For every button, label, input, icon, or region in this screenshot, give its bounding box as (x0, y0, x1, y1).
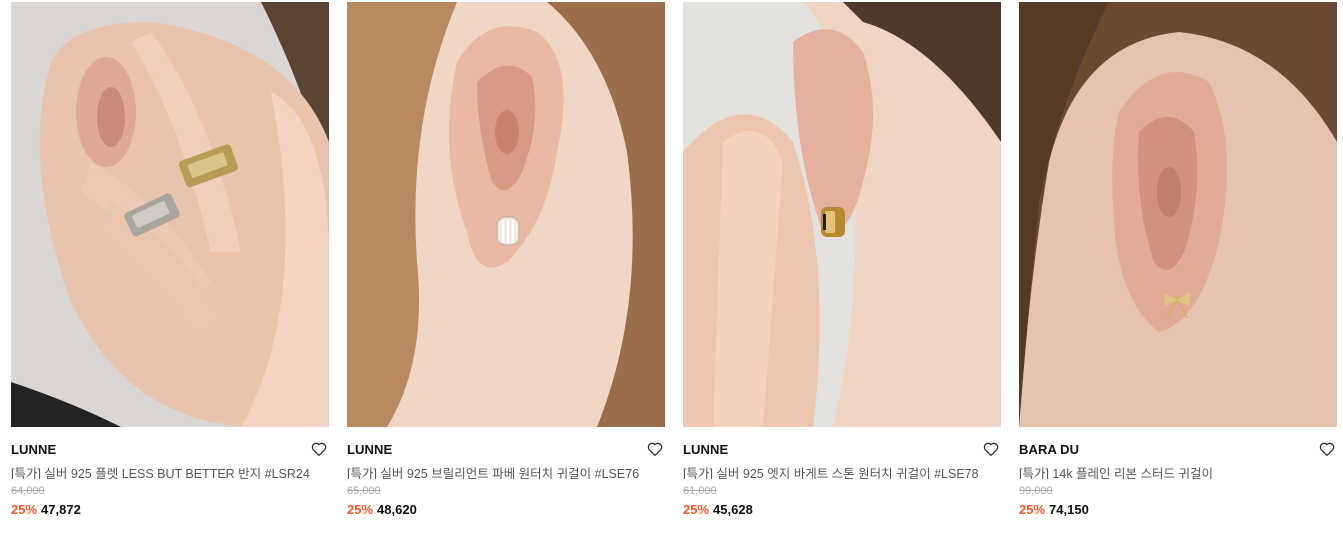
product-name[interactable]: [특가] 실버 925 브릴리언트 파베 원터치 귀걸이 #LSE76 (347, 463, 665, 479)
product-grid: LUNNE [특가] 실버 925 플렛 LESS BUT BETTER 반지 … (0, 0, 1343, 539)
heart-outline-icon[interactable] (982, 440, 1000, 458)
original-price: 64,000 (11, 485, 45, 497)
heart-outline-icon[interactable] (1318, 440, 1336, 458)
price-row: 25% 45,628 (683, 502, 1001, 518)
rating-review-row (11, 524, 329, 534)
price-row: 25% 74,150 (1019, 502, 1337, 518)
product-card[interactable]: LUNNE [특가] 실버 925 엣지 바게트 스톤 원터치 귀걸이 #LSE… (683, 2, 1001, 534)
sale-price: 74,150 (1049, 502, 1089, 517)
product-image[interactable] (683, 2, 1001, 427)
product-card[interactable]: BARA DU [특가] 14k 플레인 리본 스터드 귀걸이 99,000 2… (1019, 2, 1337, 534)
discount-rate: 25% (11, 502, 38, 517)
original-price: 61,000 (683, 485, 717, 497)
rating-review-row (347, 524, 665, 534)
rating-review-row (683, 524, 1001, 534)
sale-price: 45,628 (713, 502, 753, 517)
rating-review-row (1019, 524, 1337, 534)
heart-outline-icon[interactable] (646, 440, 664, 458)
discount-rate: 25% (683, 502, 710, 517)
product-name[interactable]: [특가] 실버 925 플렛 LESS BUT BETTER 반지 #LSR24 (11, 463, 329, 479)
price-row: 25% 47,872 (11, 502, 329, 518)
discount-rate: 25% (347, 502, 374, 517)
product-image[interactable] (1019, 2, 1337, 427)
product-card[interactable]: LUNNE [특가] 실버 925 플렛 LESS BUT BETTER 반지 … (11, 2, 329, 534)
brand-name[interactable]: LUNNE (683, 442, 728, 457)
sale-price: 48,620 (377, 502, 417, 517)
original-price: 65,000 (347, 485, 381, 497)
product-image[interactable] (347, 2, 665, 427)
heart-outline-icon[interactable] (310, 440, 328, 458)
brand-name[interactable]: BARA DU (1019, 442, 1079, 457)
product-name[interactable]: [특가] 실버 925 엣지 바게트 스톤 원터치 귀걸이 #LSE78 (683, 463, 1001, 479)
original-price: 99,000 (1019, 485, 1053, 497)
brand-name[interactable]: LUNNE (347, 442, 392, 457)
brand-name[interactable]: LUNNE (11, 442, 56, 457)
sale-price: 47,872 (41, 502, 81, 517)
price-row: 25% 48,620 (347, 502, 665, 518)
product-image[interactable] (11, 2, 329, 427)
product-name[interactable]: [특가] 14k 플레인 리본 스터드 귀걸이 (1019, 463, 1337, 479)
product-card[interactable]: LUNNE [특가] 실버 925 브릴리언트 파베 원터치 귀걸이 #LSE7… (347, 2, 665, 534)
discount-rate: 25% (1019, 502, 1046, 517)
